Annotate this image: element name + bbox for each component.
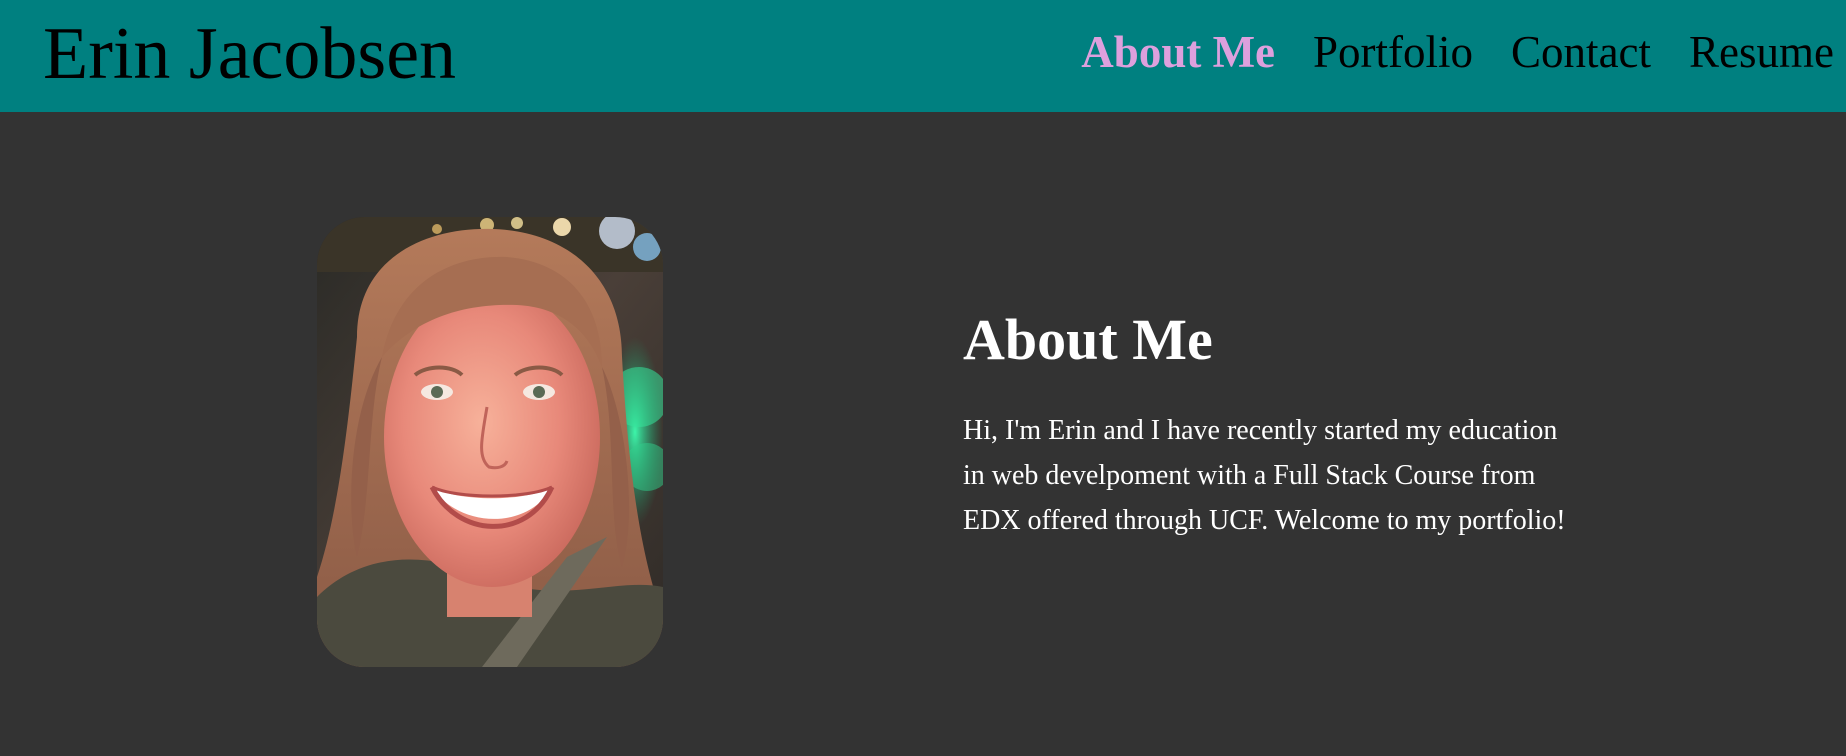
about-heading: About Me: [963, 307, 1213, 372]
site-title: Erin Jacobsen: [43, 13, 457, 95]
nav-link-contact[interactable]: Contact: [1511, 24, 1651, 80]
about-paragraph: Hi, I'm Erin and I have recently started…: [963, 415, 1566, 536]
site-header: Erin Jacobsen About Me Portfolio Contact…: [0, 0, 1846, 112]
nav-link-about-me[interactable]: About Me: [1081, 24, 1275, 80]
profile-photo: [317, 217, 663, 667]
nav-link-resume[interactable]: Resume: [1689, 24, 1834, 80]
main-nav: About Me Portfolio Contact Resume: [1081, 24, 1834, 80]
portrait-photo-icon: [317, 217, 663, 667]
nav-link-portfolio[interactable]: Portfolio: [1313, 24, 1473, 80]
